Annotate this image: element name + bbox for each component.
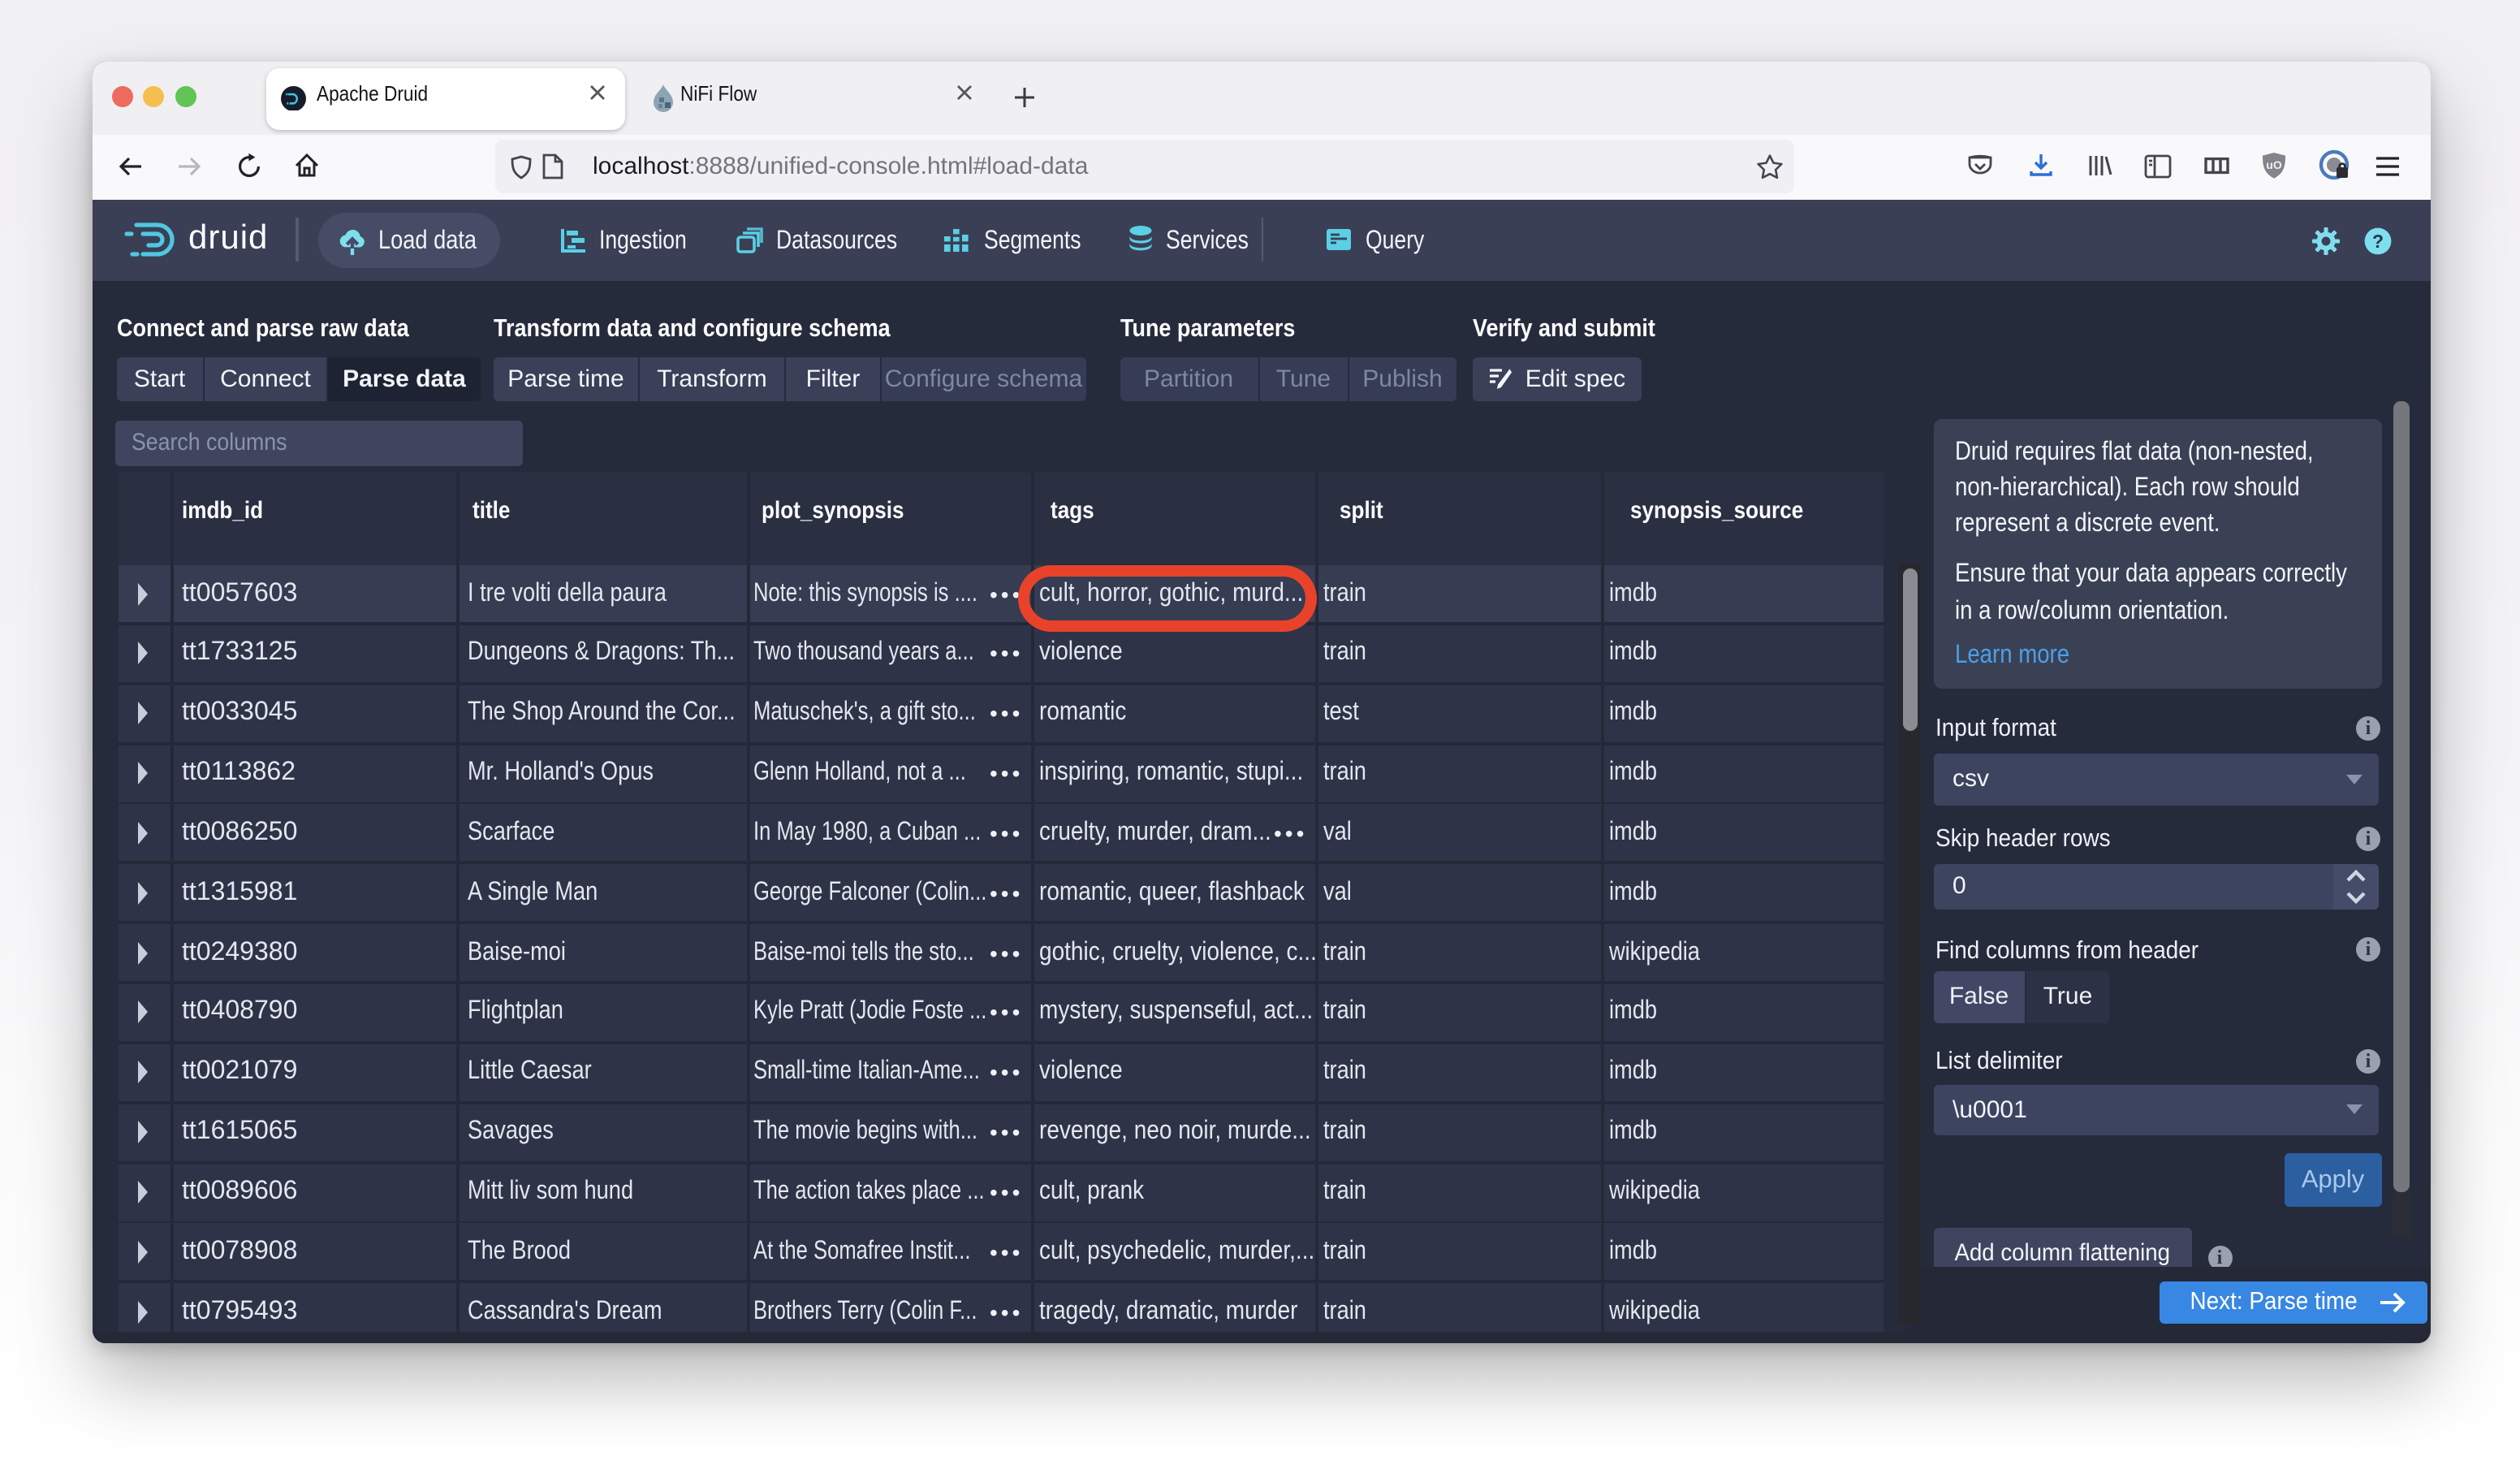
svg-text:uO: uO <box>2265 158 2281 171</box>
svg-text:?: ? <box>2372 230 2384 251</box>
